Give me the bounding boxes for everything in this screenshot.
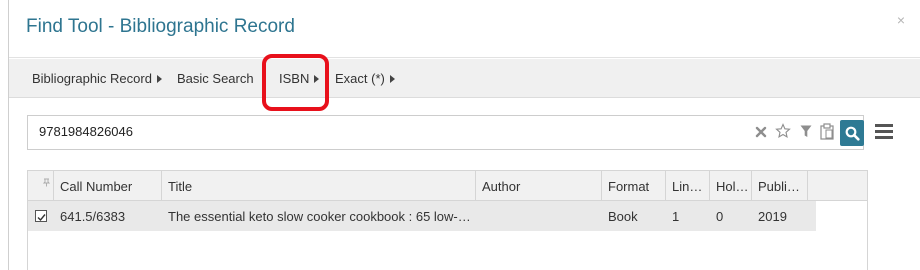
menu-icon[interactable] (875, 124, 893, 140)
breadcrumb-label: ISBN (279, 71, 310, 86)
clear-icon[interactable] (755, 125, 767, 143)
breadcrumb-label: Bibliographic Record (32, 71, 152, 86)
breadcrumb-isbn[interactable]: ISBN (279, 71, 320, 86)
search-icon (845, 126, 860, 146)
cell-publi: 2019 (758, 209, 787, 224)
caret-right-icon (156, 75, 162, 83)
cell-title: The essential keto slow cooker cookbook … (168, 209, 471, 224)
grid-header: Call Number Title Author Format Lin… Hol… (28, 171, 867, 201)
cell-format: Book (608, 209, 638, 224)
search-input-value[interactable]: 9781984826046 (39, 124, 133, 139)
check-icon (36, 210, 47, 228)
cell-author (476, 201, 602, 231)
column-header-format[interactable]: Format (602, 171, 666, 201)
dialog-header: Find Tool - Bibliographic Record × (9, 0, 920, 58)
column-header-lin[interactable]: Lin… (666, 171, 710, 201)
find-tool-dialog: Find Tool - Bibliographic Record × Bibli… (8, 0, 920, 270)
cell-hol: 0 (716, 209, 724, 224)
column-header-author[interactable]: Author (476, 171, 602, 201)
column-header-hol[interactable]: Hol… (710, 171, 752, 201)
filter-icon[interactable] (800, 125, 812, 143)
breadcrumb-basic-search[interactable]: Basic Search (177, 71, 254, 86)
breadcrumb: Bibliographic Record Basic Search ISBN E… (9, 59, 920, 98)
column-header-title[interactable]: Title (162, 171, 476, 201)
search-button[interactable] (840, 120, 864, 146)
search-input[interactable]: 9781984826046 (27, 115, 864, 150)
column-header-publi[interactable]: Publi… (752, 171, 808, 201)
caret-right-icon (389, 75, 395, 83)
breadcrumb-exact[interactable]: Exact (*) (335, 71, 395, 86)
close-icon[interactable]: × (897, 12, 905, 28)
pin-icon (42, 175, 51, 190)
cell-lin: 1 (672, 209, 680, 224)
dialog-title: Find Tool - Bibliographic Record (26, 16, 295, 37)
results-grid: Call Number Title Author Format Lin… Hol… (27, 170, 868, 270)
breadcrumb-label: Basic Search (177, 71, 254, 86)
clipboard-icon[interactable] (820, 123, 834, 145)
cell-call-number: 641.5/6383 (60, 209, 126, 224)
star-icon[interactable] (775, 123, 791, 144)
breadcrumb-label: Exact (*) (335, 71, 385, 86)
table-row[interactable]: 641.5/6383 The essential keto slow cooke… (28, 201, 816, 231)
column-header-call-number[interactable]: Call Number (54, 171, 162, 201)
row-select-checkbox[interactable] (35, 210, 47, 222)
select-all-column[interactable] (28, 171, 54, 201)
breadcrumb-bibliographic-record[interactable]: Bibliographic Record (32, 71, 162, 86)
caret-right-icon (314, 75, 320, 83)
